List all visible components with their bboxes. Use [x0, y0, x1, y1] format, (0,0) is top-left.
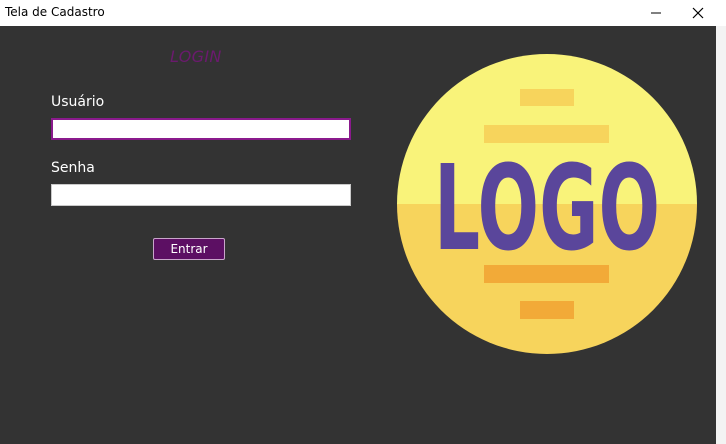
- login-heading: LOGIN: [170, 47, 222, 66]
- logo-image: LOGO: [397, 54, 697, 354]
- password-label: Senha: [51, 160, 95, 176]
- enter-button[interactable]: Entrar: [153, 238, 225, 260]
- password-input[interactable]: [51, 184, 351, 206]
- title-bar: Tela de Cadastro: [0, 0, 726, 26]
- close-button[interactable]: [676, 0, 720, 26]
- close-icon: [692, 7, 704, 19]
- logo-text: LOGO: [434, 139, 660, 277]
- username-label: Usuário: [51, 94, 105, 110]
- minimize-icon: [651, 12, 661, 14]
- window-border: [716, 26, 726, 444]
- window-title: Tela de Cadastro: [5, 5, 105, 19]
- minimize-button[interactable]: [634, 0, 678, 26]
- username-input[interactable]: [51, 118, 351, 140]
